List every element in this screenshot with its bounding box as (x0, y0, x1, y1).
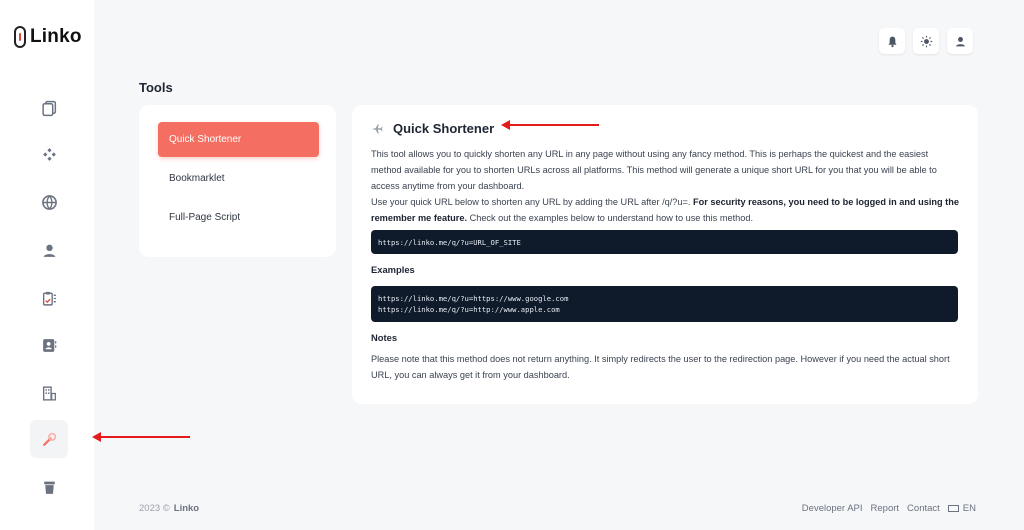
notes-text: Please note that this method does not re… (371, 354, 950, 381)
plane-icon (371, 124, 383, 133)
footer-copyright: 2023 © Linko (139, 503, 199, 514)
copy-icon (41, 100, 56, 116)
flag-icon (947, 504, 959, 512)
tools-icon (42, 432, 56, 446)
code-template-line: https://linko.me/q/?u=URL_OF_SITE (378, 237, 521, 247)
brand-logo[interactable]: Linko (14, 26, 82, 48)
notes-heading: Notes (371, 332, 398, 343)
footer-link-contact[interactable]: Contact (907, 503, 940, 514)
annotation-arrow-title (501, 120, 599, 130)
annotation-arrow-sidebar (92, 432, 190, 442)
sidebar-item-contacts[interactable] (30, 326, 68, 364)
tool-item-full-page-script[interactable]: Full-Page Script (158, 200, 319, 235)
sidebar-item-domains[interactable] (30, 183, 68, 221)
copyright-text: 2023 © (139, 503, 170, 514)
building-icon (42, 385, 56, 401)
code-example-line: https://linko.me/q/?u=http://www.apple.c… (378, 305, 560, 314)
notifications-button[interactable] (879, 28, 905, 54)
footer-link-report[interactable]: Report (871, 503, 900, 514)
trash-icon (43, 481, 55, 494)
sidebar-item-links[interactable] (30, 89, 68, 127)
user-icon (955, 36, 965, 46)
sidebar-item-profile[interactable] (30, 231, 68, 269)
usage-text-suffix: Check out the examples below to understa… (467, 213, 754, 224)
brand-mark-icon (14, 26, 26, 48)
card-title: Quick Shortener (393, 121, 495, 136)
globe-icon (41, 194, 57, 210)
footer-brand[interactable]: Linko (174, 503, 199, 514)
sidebar-item-reports[interactable] (30, 279, 68, 317)
brand-name: Linko (30, 26, 82, 47)
intro-text: This tool allows you to quickly shorten … (371, 149, 937, 192)
user-icon (43, 244, 55, 257)
quick-shortener-card: Quick Shortener This tool allows you to … (352, 105, 978, 404)
theme-toggle-button[interactable] (913, 28, 939, 54)
code-template-block[interactable]: https://linko.me/q/?u=URL_OF_SITE (371, 230, 958, 254)
page-title: Tools (139, 80, 173, 95)
sun-icon (920, 35, 932, 47)
bell-icon (887, 36, 897, 47)
language-selector[interactable]: EN (947, 503, 976, 514)
tools-menu-card: Quick Shortener Bookmarklet Full-Page Sc… (139, 105, 336, 257)
card-header: Quick Shortener (371, 121, 494, 136)
sidebar-item-trash[interactable] (30, 468, 68, 506)
code-example-line: https://linko.me/q/?u=https://www.google… (378, 294, 569, 303)
user-menu-button[interactable] (947, 28, 973, 54)
code-examples-block[interactable]: https://linko.me/q/?u=https://www.google… (371, 286, 958, 322)
tool-item-quick-shortener[interactable]: Quick Shortener (158, 122, 319, 157)
sidebar-item-tools[interactable] (30, 420, 68, 458)
shapes-icon (42, 147, 56, 161)
sidebar: Linko (0, 0, 94, 530)
examples-heading: Examples (371, 264, 415, 275)
sidebar-item-teams[interactable] (30, 374, 68, 412)
language-code: EN (962, 503, 976, 514)
sidebar-item-bio[interactable] (30, 135, 68, 173)
footer-links: Developer API Report Contact EN (802, 503, 976, 514)
tool-item-bookmarklet[interactable]: Bookmarklet (158, 161, 319, 196)
footer-link-developer-api[interactable]: Developer API (802, 503, 863, 514)
clipboard-icon (42, 291, 56, 306)
contact-card-icon (42, 338, 56, 352)
usage-text: Use your quick URL below to shorten any … (371, 194, 959, 226)
usage-text-prefix: Use your quick URL below to shorten any … (371, 197, 693, 207)
